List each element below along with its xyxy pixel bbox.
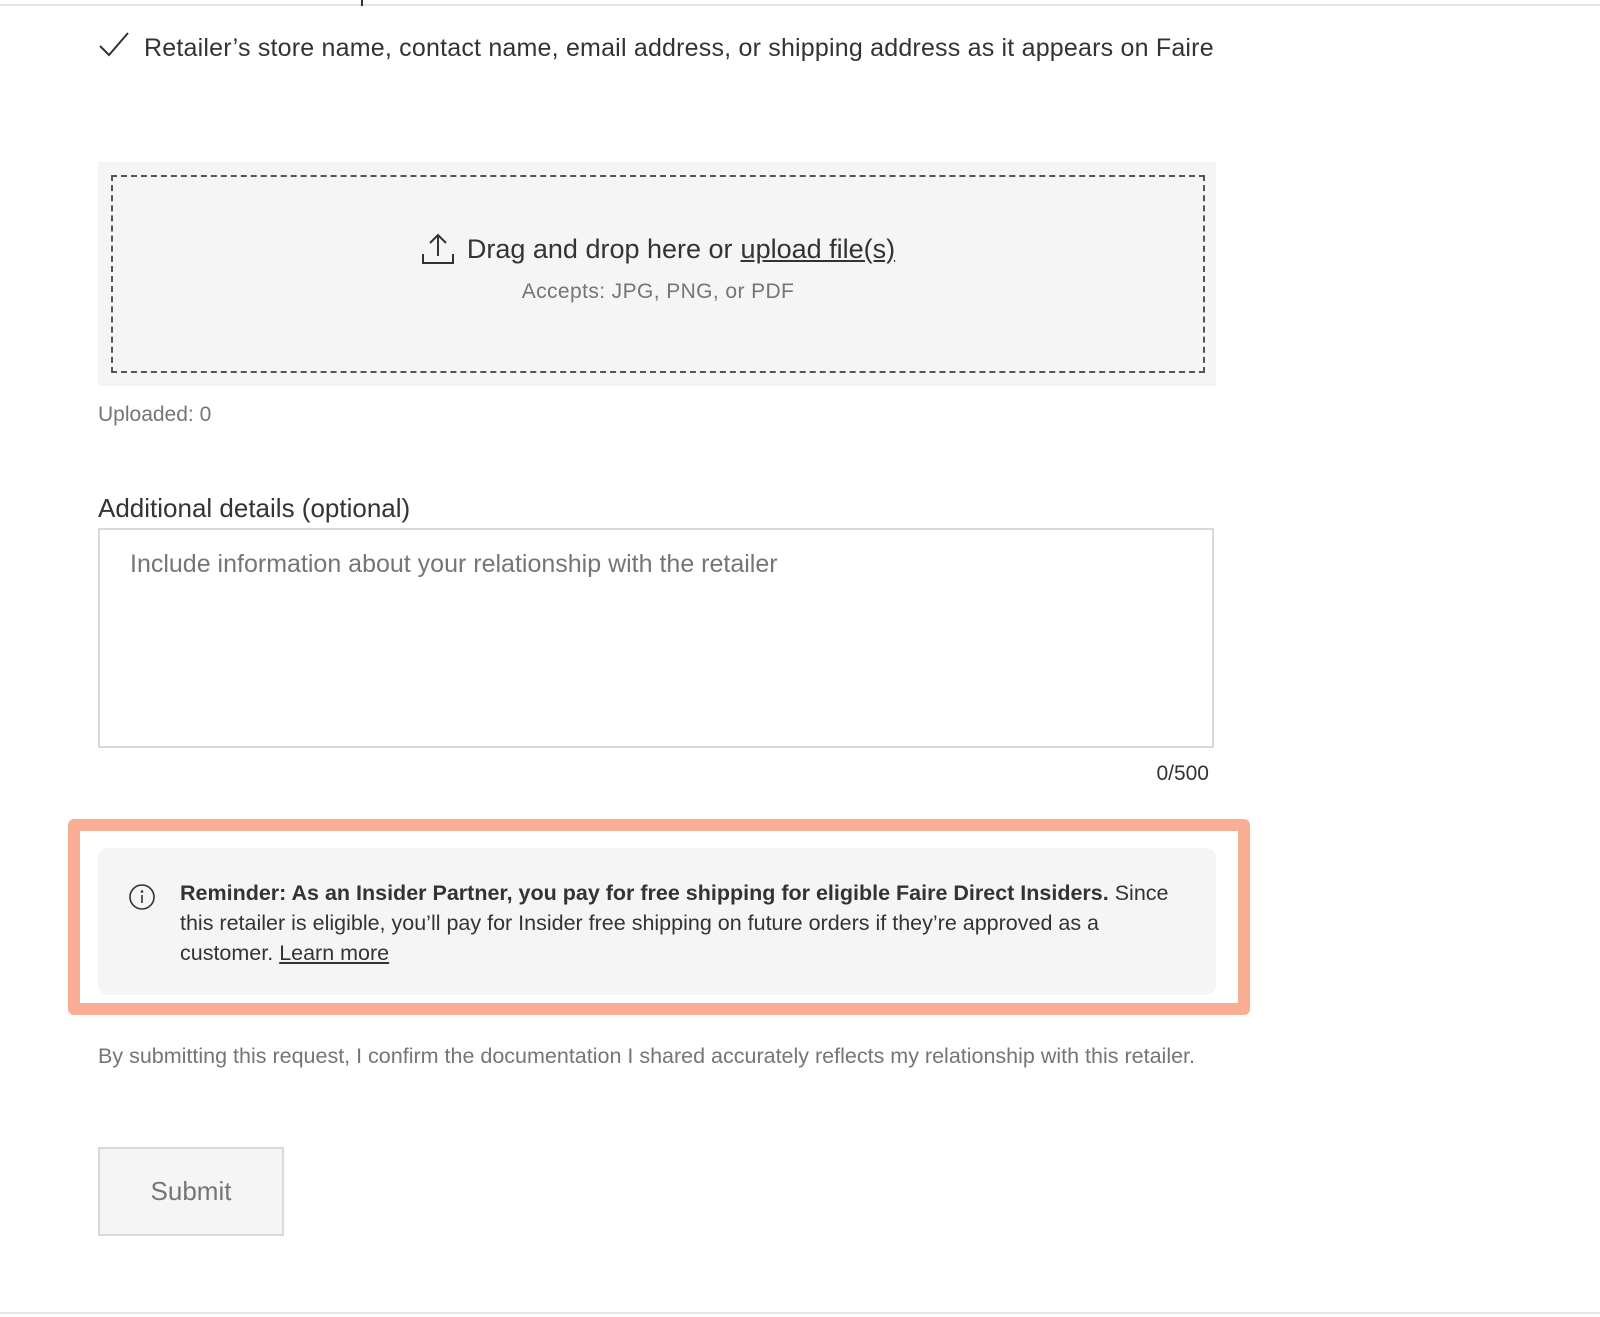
uploaded-count: Uploaded: 0 [98, 403, 212, 426]
additional-details-label: Additional details (optional) [98, 493, 411, 523]
cropped-text-fragment [361, 0, 363, 6]
notice-bold-text: Reminder: As an Insider Partner, you pay… [180, 881, 1109, 905]
file-dropzone[interactable]: Drag and drop here or upload file(s) Acc… [98, 162, 1216, 386]
learn-more-link[interactable]: Learn more [279, 941, 389, 965]
submission-disclaimer: By submitting this request, I confirm th… [98, 1044, 1195, 1068]
check-icon [99, 32, 129, 57]
upload-icon [421, 233, 454, 264]
dropzone-prompt-text: Drag and drop here or [466, 233, 733, 264]
top-divider [0, 4, 1600, 6]
bottom-divider [0, 1312, 1600, 1314]
dropzone-dashed-area[interactable]: Drag and drop here or upload file(s) Acc… [111, 175, 1205, 373]
dropzone-prompt-line: Drag and drop here or upload file(s) [421, 232, 895, 266]
character-counter: 0/500 [1156, 762, 1209, 785]
notice-text: Reminder: As an Insider Partner, you pay… [180, 878, 1180, 968]
additional-details-textarea[interactable] [98, 528, 1214, 748]
info-icon [129, 884, 155, 910]
upload-files-link[interactable]: upload file(s) [741, 234, 896, 265]
insider-shipping-notice: Reminder: As an Insider Partner, you pay… [98, 848, 1216, 995]
requirement-text: Retailer’s store name, contact name, ema… [144, 34, 1214, 62]
requirement-item: Retailer’s store name, contact name, ema… [98, 30, 1218, 67]
accepted-file-types: Accepts: JPG, PNG, or PDF [521, 280, 795, 303]
submit-button[interactable]: Submit [98, 1147, 284, 1236]
